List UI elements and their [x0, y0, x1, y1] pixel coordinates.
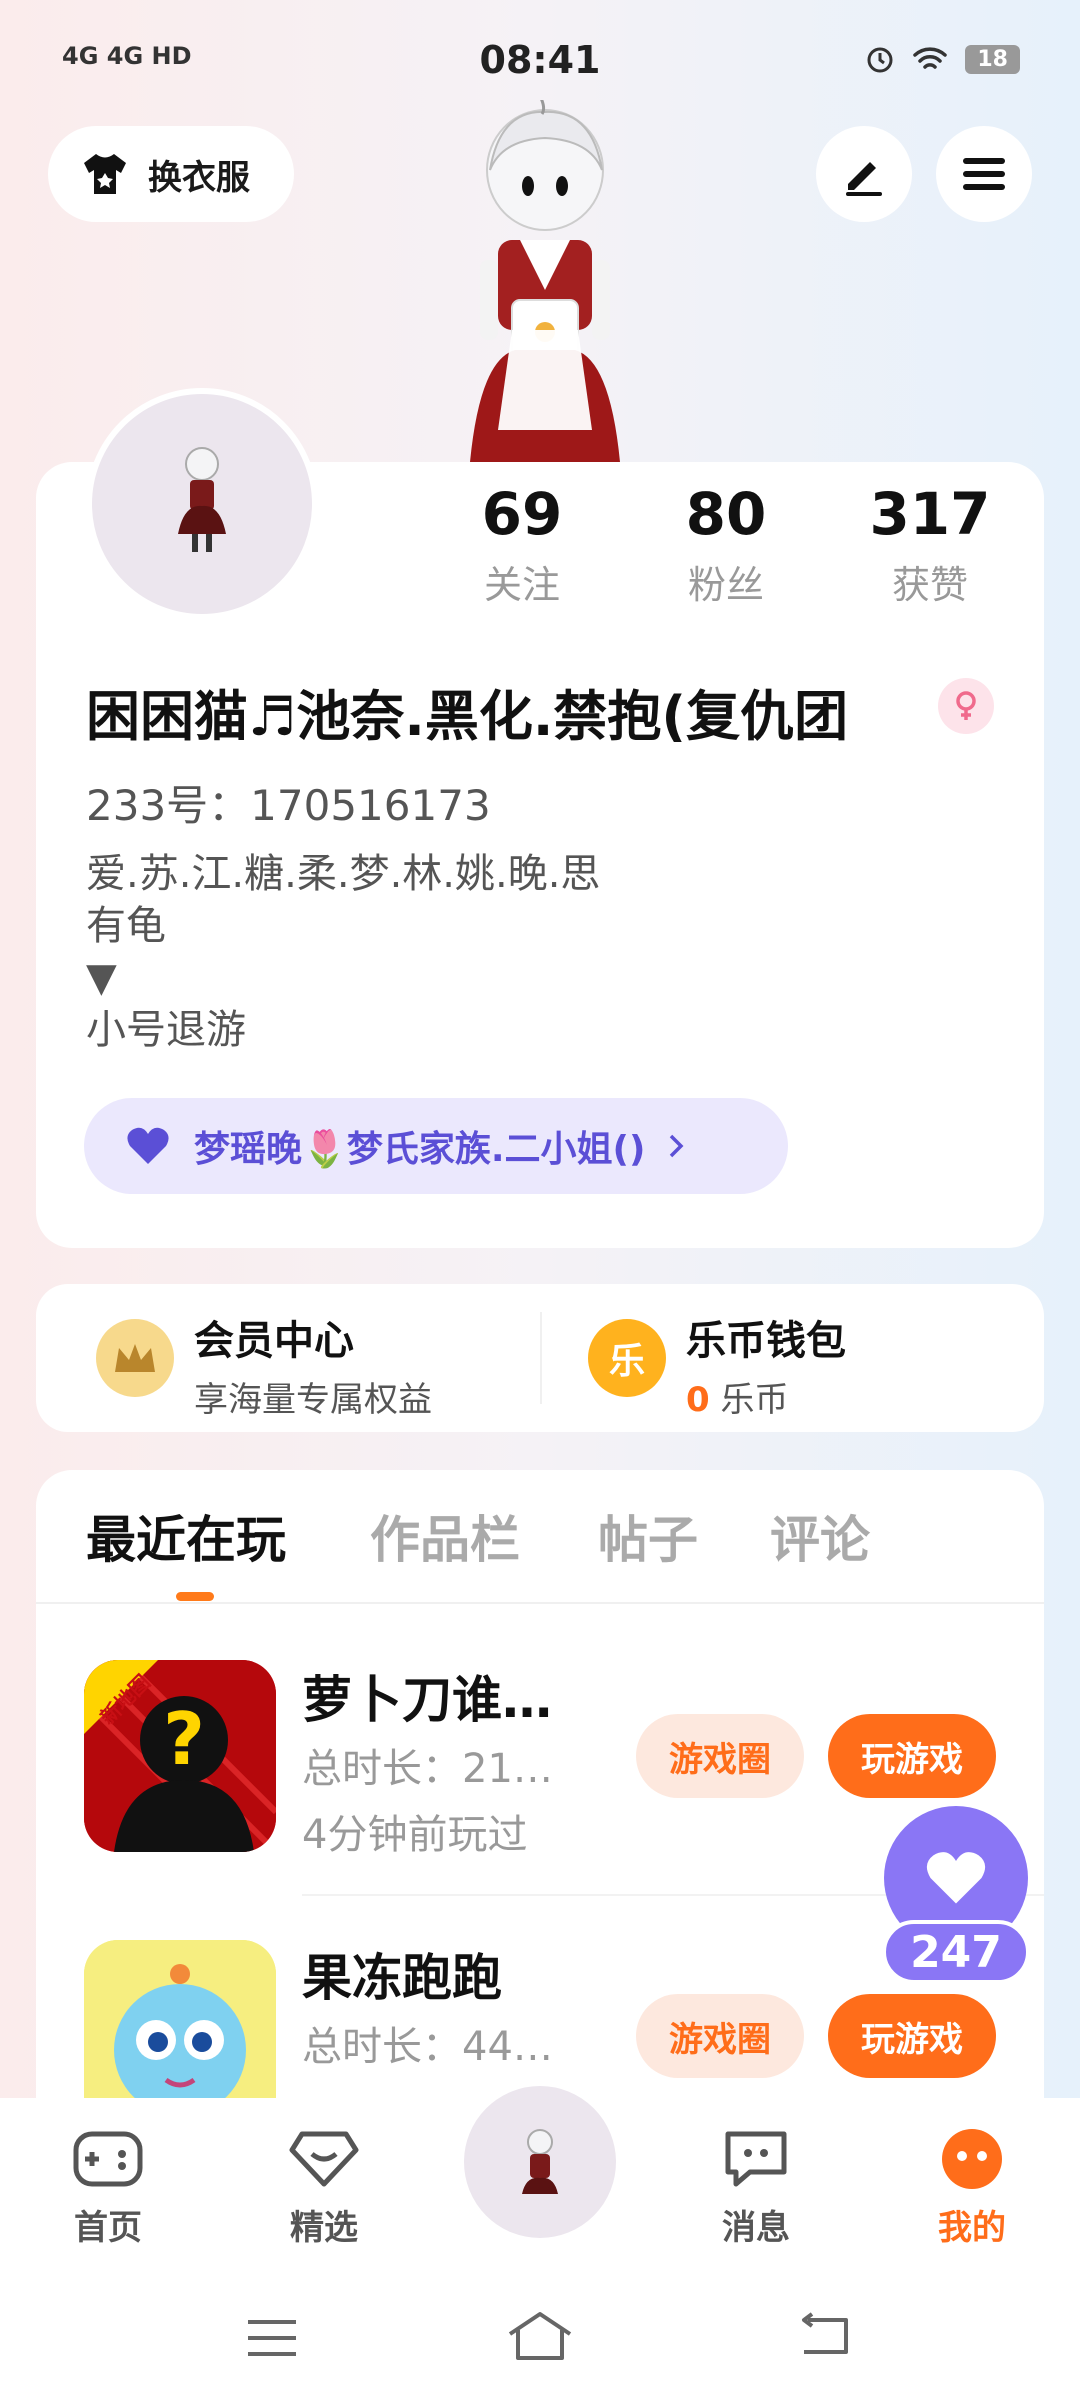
recent-apps-icon[interactable] [244, 2316, 300, 2360]
avatar-figure[interactable] [420, 100, 670, 462]
game-title: 果冻跑跑 [302, 1949, 502, 2007]
tab-posts[interactable]: 帖子 [598, 1500, 698, 1572]
bio-line: 小号退游 [86, 1007, 246, 1053]
chevron-right-icon [670, 1134, 684, 1158]
family-label: 梦瑶晚🌷梦氏家族.二小姐() [194, 1129, 646, 1170]
vip-title: 会员中心 [194, 1318, 354, 1364]
stat-likes[interactable]: 317 获赞 [830, 480, 1030, 609]
nav-me[interactable]: 我的 [892, 2128, 1052, 2249]
edit-button[interactable] [816, 126, 912, 222]
nickname: 困困猫♬池奈.黑化.禁抱(复仇团 [86, 685, 849, 748]
stat-followers[interactable]: 80 粉丝 [626, 480, 826, 609]
nav-label: 精选 [290, 2208, 358, 2248]
profile-avatar[interactable] [86, 388, 318, 620]
wardrobe-button[interactable]: 换衣服 [48, 126, 294, 222]
nav-label: 我的 [938, 2208, 1006, 2248]
nav-label: 消息 [722, 2208, 790, 2248]
wallet-unit: 乐币 [720, 1380, 789, 1420]
system-nav-bar [0, 2280, 1080, 2400]
wallet-balance: 0 乐币 [686, 1372, 846, 1421]
menu-button[interactable] [936, 126, 1032, 222]
heart-box-icon [289, 2131, 359, 2187]
gamepad-icon [73, 2131, 143, 2187]
bio-line: ▼ [86, 955, 117, 1001]
menu-icon [963, 158, 1005, 190]
wallet-title: 乐币钱包 [686, 1318, 846, 1364]
avatar-mini-figure [178, 447, 226, 552]
back-icon[interactable] [794, 2312, 852, 2360]
wardrobe-label: 换衣服 [148, 157, 250, 198]
user-id: 233号：170516173 [86, 781, 491, 830]
crown-icon [96, 1319, 174, 1397]
shirt-icon [84, 154, 126, 194]
coin-icon: 乐 [588, 1319, 666, 1397]
game-circle-button[interactable]: 游戏圈 [636, 1714, 804, 1798]
stat-number: 69 [481, 480, 563, 548]
vip-wallet-card: 会员中心 享海量专属权益 乐 乐币钱包 0 乐币 [36, 1284, 1044, 1432]
battery-icon: 18 [965, 44, 1020, 74]
stat-label: 获赞 [891, 563, 968, 607]
heart-icon [127, 1127, 169, 1164]
bio: 爱.苏.江.糖.柔.梦.林.姚.晚.思 有龟 ▼ 小号退游 [86, 848, 786, 1056]
tab-works[interactable]: 作品栏 [370, 1500, 520, 1572]
bio-line: 爱.苏.江.糖.柔.梦.林.姚.晚.思 [86, 851, 601, 897]
wallet[interactable]: 乐币钱包 0 乐币 [686, 1308, 846, 1421]
vip-center[interactable]: 会员中心 享海量专属权益 [194, 1308, 432, 1421]
game-title: 萝卜刀谁… [302, 1671, 552, 1729]
nav-messages[interactable]: 消息 [676, 2128, 836, 2249]
wifi-icon [913, 47, 948, 69]
stat-number: 317 [869, 480, 991, 548]
heart-icon [926, 1852, 986, 1904]
family-badge[interactable]: 梦瑶晚🌷梦氏家族.二小姐() [84, 1098, 788, 1194]
tab-comments[interactable]: 评论 [770, 1500, 870, 1572]
play-game-button[interactable]: 玩游戏 [828, 1994, 996, 2078]
play-game-button[interactable]: 玩游戏 [828, 1714, 996, 1798]
pen-icon [846, 162, 882, 196]
stat-number: 80 [685, 480, 767, 548]
vip-subtitle: 享海量专属权益 [194, 1380, 432, 1420]
svg-text:?: ? [163, 1697, 205, 1781]
game-circle-button[interactable]: 游戏圈 [636, 1994, 804, 2078]
status-icons: 18 [865, 44, 1020, 74]
nav-featured[interactable]: 精选 [244, 2128, 404, 2249]
female-icon [938, 678, 994, 734]
like-count: 247 [882, 1920, 1030, 1984]
game-icon-radish[interactable]: ? 新地图 [84, 1660, 276, 1852]
tab-indicator [176, 1592, 214, 1601]
wallet-amount: 0 [686, 1380, 710, 1420]
nav-avatar-button[interactable] [456, 2078, 624, 2246]
nav-home[interactable]: 首页 [28, 2128, 188, 2249]
bio-line: 有龟 [86, 903, 166, 949]
alarm-icon [867, 47, 893, 73]
chat-icon [725, 2131, 787, 2187]
game-last-played: 4分钟前玩过 [302, 1812, 528, 1858]
profile-face-icon [942, 2129, 1002, 2189]
game-duration: 总时长：21… [302, 1746, 553, 1792]
game-duration: 总时长：44… [302, 2024, 553, 2070]
nav-label: 首页 [74, 2208, 142, 2248]
stat-label: 粉丝 [687, 563, 764, 607]
divider [36, 1602, 1044, 1604]
stat-following[interactable]: 69 关注 [422, 480, 622, 609]
divider [540, 1312, 542, 1404]
tab-recent[interactable]: 最近在玩 [86, 1500, 286, 1572]
avatar-mini-figure [522, 2129, 558, 2194]
home-icon[interactable] [504, 2310, 576, 2362]
stat-label: 关注 [483, 563, 560, 607]
